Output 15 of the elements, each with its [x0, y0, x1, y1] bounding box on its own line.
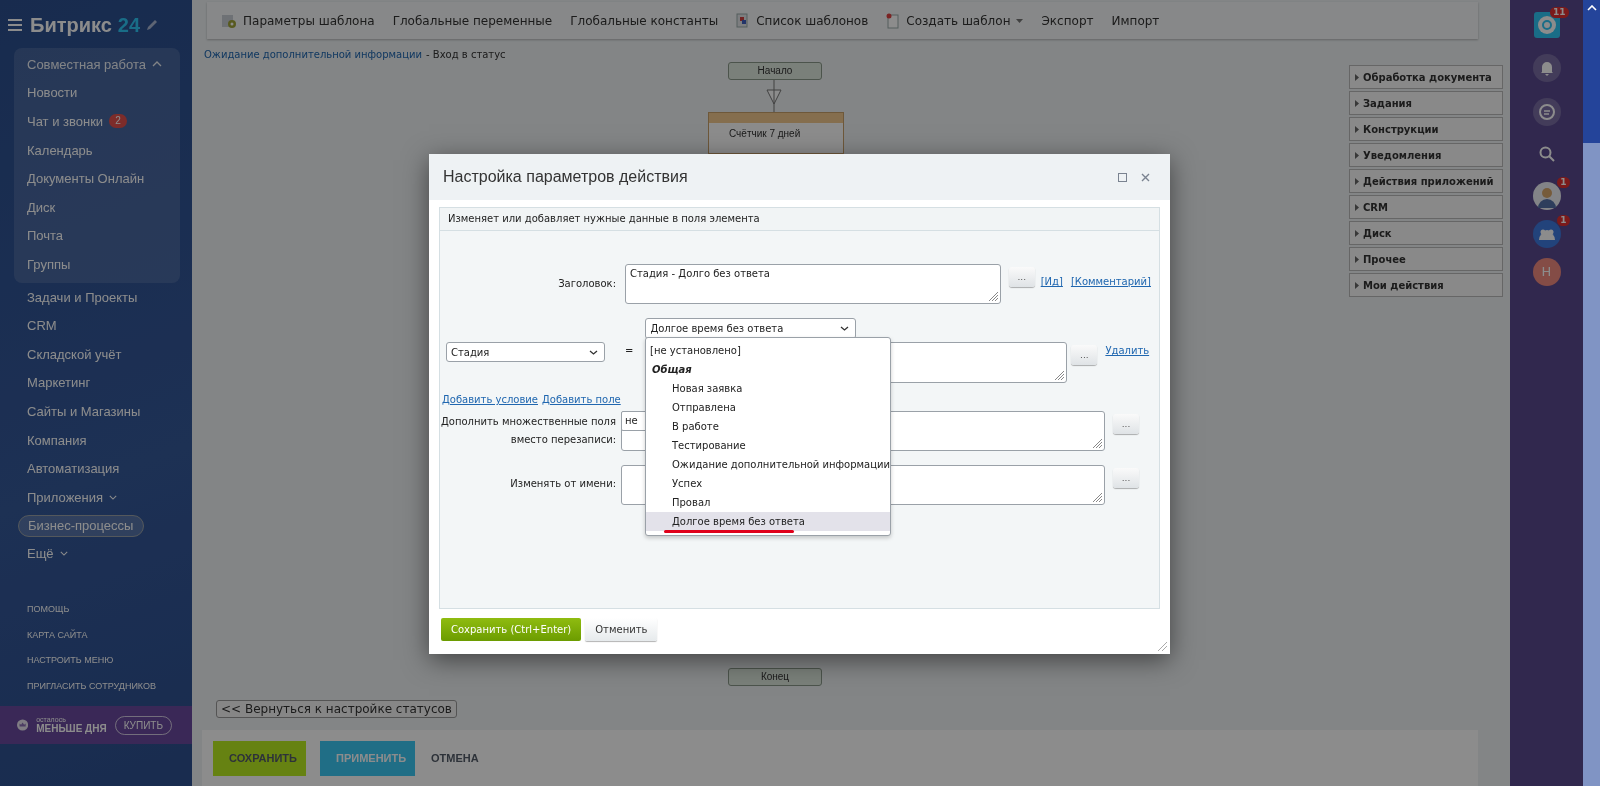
field-label: Изменять от имени:: [509, 478, 617, 489]
activity-label: Счётчик 7 дней: [728, 128, 801, 139]
counter-badge: 2: [109, 114, 127, 129]
option-group: Общая: [646, 360, 890, 379]
counter-badge: 1: [1557, 177, 1570, 188]
breadcrumb-text: - Вход в статус: [426, 49, 506, 62]
counter-badge: 11: [1549, 7, 1569, 18]
logo-text: Битрикс: [30, 13, 112, 37]
counter-badge: 1: [1557, 215, 1570, 226]
trial-text: МЕНЬШЕ ДНЯ: [36, 723, 107, 735]
logo-number: 24: [117, 13, 141, 37]
operator-text: =: [625, 345, 634, 356]
dialog-title: Настройка параметров действия: [443, 168, 689, 186]
field-label: Заголовок:: [557, 278, 617, 289]
field-label: Дополнить множественные поля вместо перезаписи:: [440, 415, 617, 447]
